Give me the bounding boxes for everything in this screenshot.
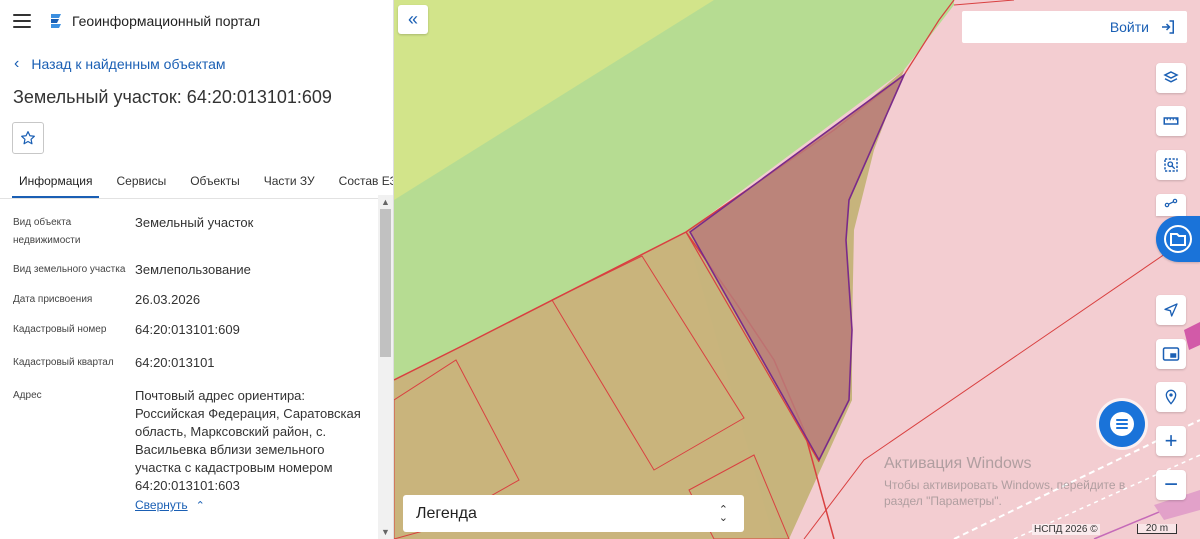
sort-arrows-icon: ⌃ ⌄ xyxy=(718,503,728,524)
login-button[interactable]: Войти xyxy=(962,11,1187,43)
info-value: Землепользование xyxy=(135,262,251,277)
location-button[interactable] xyxy=(1156,382,1186,412)
side-panel: Геоинформационный портал ‹ Назад к найде… xyxy=(0,0,394,539)
layers-button[interactable] xyxy=(1156,63,1186,93)
star-icon xyxy=(21,131,35,145)
map-view[interactable]: « Войти + − Легенда ⌃ ⌄ Активация Window… xyxy=(394,0,1200,539)
chevron-up-icon[interactable]: ⌃ xyxy=(196,499,205,512)
zoom-in-icon: + xyxy=(1164,428,1178,453)
layers-icon xyxy=(1163,71,1179,83)
legend-label: Легенда xyxy=(416,504,477,522)
app-title: Геоинформационный портал xyxy=(72,13,261,29)
zoom-in-button[interactable]: + xyxy=(1156,426,1186,456)
copyright: НСПД 2026 © xyxy=(1032,524,1100,535)
map-feature xyxy=(1184,322,1200,350)
info-label: Вид объекта недвижимости xyxy=(13,217,81,246)
info-value: Почтовый адрес ориентира: Российская Фед… xyxy=(135,388,361,493)
info-row: Адрес Почтовый адрес ориентира: Российск… xyxy=(0,387,378,495)
favorite-button[interactable] xyxy=(12,122,44,154)
share-icon xyxy=(1164,198,1178,208)
info-value: 64:20:013101 xyxy=(135,355,215,370)
parcel-boundary xyxy=(953,0,1015,6)
info-value: 64:20:013101:609 xyxy=(135,322,240,337)
info-label: Дата присвоения xyxy=(13,294,93,305)
info-label: Кадастровый квартал xyxy=(13,357,114,368)
object-title: Земельный участок: 64:20:013101:609 xyxy=(13,87,332,107)
select-area-icon xyxy=(1164,158,1178,172)
chat-button[interactable] xyxy=(1099,401,1145,447)
info-row: Кадастровый номер 64:20:013101:609 xyxy=(0,321,378,339)
info-row: Кадастровый квартал 64:20:013101 xyxy=(0,354,378,372)
scroll-up-icon[interactable]: ▲ xyxy=(381,197,390,207)
back-link-label: Назад к найденным объектам xyxy=(31,56,226,72)
menu-icon[interactable] xyxy=(13,14,31,28)
tab-ezp-composition[interactable]: Состав ЕЗП xyxy=(332,165,393,198)
collapse-row: Свернуть ⌃ xyxy=(0,498,378,512)
screen-button[interactable] xyxy=(1156,339,1186,369)
info-value: 26.03.2026 xyxy=(135,292,201,307)
zoom-out-button[interactable]: − xyxy=(1156,470,1186,500)
watermark-title: Активация Windows xyxy=(884,455,1032,472)
login-icon xyxy=(1162,20,1174,34)
folder-tool-button[interactable] xyxy=(1156,216,1200,262)
back-link[interactable]: ‹ Назад к найденным объектам xyxy=(0,42,393,86)
navigate-button[interactable] xyxy=(1156,295,1186,325)
portal-logo-icon xyxy=(51,14,61,28)
collapse-panel-button[interactable]: « xyxy=(398,5,428,34)
chat-icon xyxy=(1110,412,1134,436)
info-label: Кадастровый номер xyxy=(13,324,107,335)
scrollbar[interactable]: ▲ ▼ xyxy=(378,195,393,539)
scrollbar-thumb[interactable] xyxy=(380,209,391,357)
screen-icon xyxy=(1162,347,1180,361)
measure-button[interactable] xyxy=(1156,106,1186,136)
info-list: Вид объекта недвижимости Земельный участ… xyxy=(0,195,378,539)
watermark-text: Чтобы активировать Windows, перейдите в … xyxy=(884,478,1126,508)
tab-objects[interactable]: Объекты xyxy=(183,165,247,198)
tab-services[interactable]: Сервисы xyxy=(109,165,173,198)
login-label: Войти xyxy=(1109,19,1149,35)
info-label: Адрес xyxy=(13,390,42,401)
windows-activation-watermark: Активация Windows Чтобы активировать Win… xyxy=(884,455,1154,509)
folder-icon xyxy=(1164,225,1192,253)
scale-bar: 20 m xyxy=(1137,524,1177,534)
ruler-icon xyxy=(1163,117,1179,125)
share-button[interactable] xyxy=(1156,194,1186,216)
collapse-link[interactable]: Свернуть xyxy=(135,498,188,512)
select-area-button[interactable] xyxy=(1156,150,1186,180)
double-chevron-left-icon: « xyxy=(407,9,418,29)
info-row: Дата присвоения 26.03.2026 xyxy=(0,291,378,309)
info-label: Вид земельного участка xyxy=(13,264,126,275)
chevron-left-icon: ‹ xyxy=(14,55,20,72)
info-row: Вид земельного участка Землепользование xyxy=(0,261,378,279)
top-bar: Геоинформационный портал xyxy=(0,0,393,42)
zoom-out-icon: − xyxy=(1163,471,1178,498)
legend-dropdown[interactable]: Легенда ⌃ ⌄ xyxy=(403,495,744,532)
tab-information[interactable]: Информация xyxy=(12,165,100,198)
scroll-down-icon[interactable]: ▼ xyxy=(381,527,390,537)
tab-parts[interactable]: Части ЗУ xyxy=(257,165,322,198)
info-value: Земельный участок xyxy=(135,215,254,230)
info-row: Вид объекта недвижимости Земельный участ… xyxy=(0,214,378,250)
tab-bar: Информация Сервисы Объекты Части ЗУ Сост… xyxy=(0,165,393,199)
pin-location-icon xyxy=(1165,389,1177,405)
navigate-icon xyxy=(1164,303,1178,317)
